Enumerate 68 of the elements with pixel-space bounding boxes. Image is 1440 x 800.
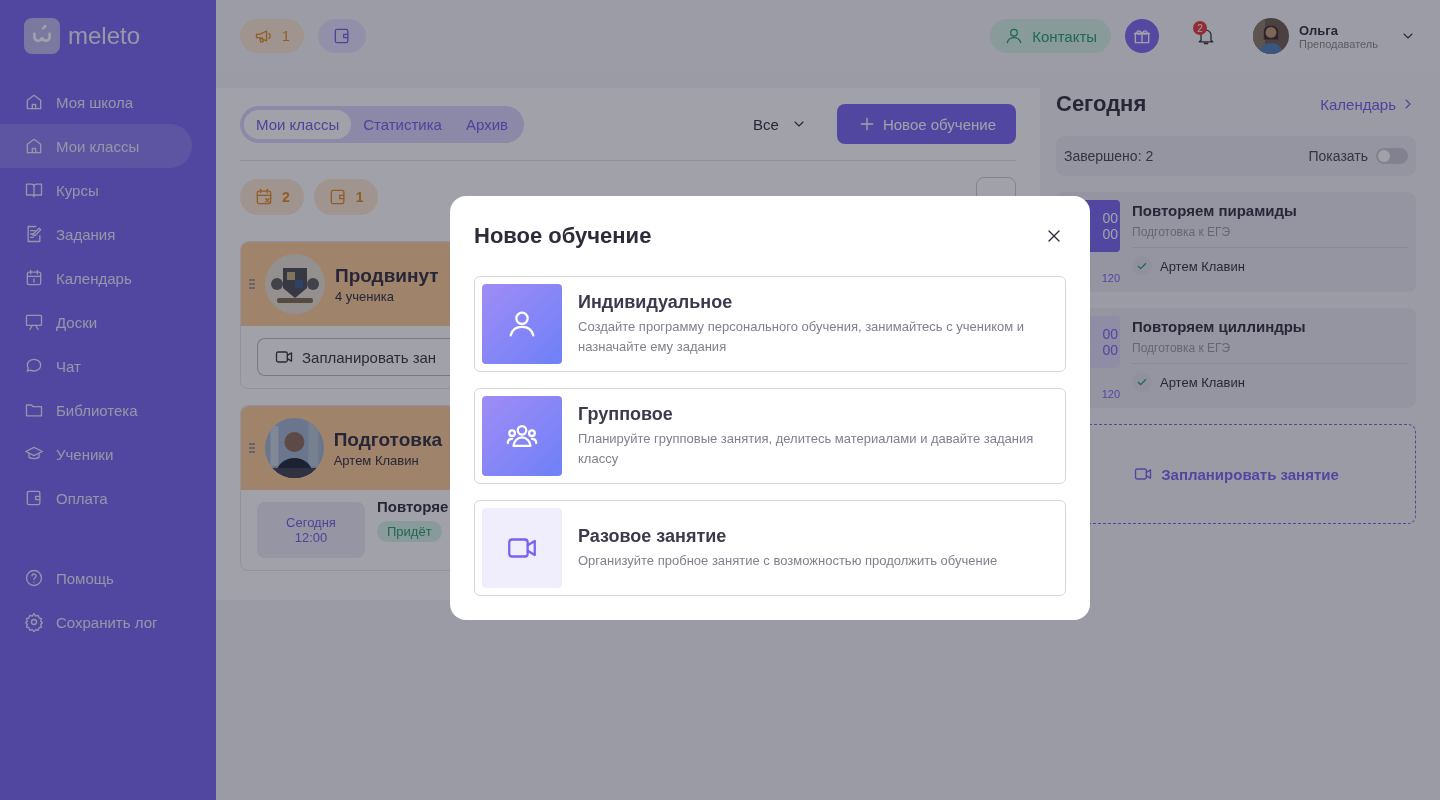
new-training-button[interactable]: Новое обучение [836, 104, 1016, 144]
modal-title: Новое обучение [474, 223, 652, 249]
tab[interactable]: Мои классы [244, 109, 352, 139]
sidebar-item[interactable]: Помощь [0, 556, 192, 600]
calendar-link[interactable]: Календарь [1320, 95, 1416, 113]
option-title: Групповое [578, 404, 674, 425]
home-icon [24, 92, 44, 112]
class-subtitle: Артем Клавин [333, 452, 420, 468]
lesson-duration: 120 [1101, 388, 1120, 400]
schedule-button[interactable]: Запланировать зан [257, 338, 450, 376]
show-label: Показать [1308, 148, 1368, 164]
calendar-icon [24, 268, 44, 288]
class-card[interactable]: Продвинут 4 ученика Запланировать зан [240, 241, 451, 389]
option-title: Разовое занятие [578, 525, 728, 547]
option-card[interactable]: Групповое Планируйте групповые занятия, делитесь материалами и давайте задания классу [474, 388, 1066, 484]
help-icon [24, 568, 44, 588]
gift-button[interactable] [1125, 19, 1160, 53]
wallet-icon [24, 488, 44, 508]
tab[interactable]: Архив [453, 109, 520, 139]
sidebar-item[interactable]: Библиотека [0, 388, 192, 432]
contacts-button[interactable]: Контакты [990, 19, 1112, 53]
settings-icon [24, 612, 44, 632]
notification-count: 2 [1193, 21, 1208, 35]
status-tag: Придёт [377, 521, 442, 542]
sidebar-item[interactable]: Задания [0, 212, 192, 256]
show-toggle[interactable] [1376, 148, 1408, 164]
filter-dropdown[interactable]: Все [753, 115, 807, 133]
user-name: Ольга [1299, 22, 1339, 38]
sidebar-item[interactable]: Календарь [0, 256, 192, 300]
calendar-cross-icon [254, 187, 274, 207]
sidebar-item[interactable]: Сохранить лог [0, 600, 192, 644]
class-title: Продвинут [335, 264, 439, 287]
announcements-button[interactable]: 1 [240, 19, 304, 53]
lesson-title: Повторяем пирамиды [1132, 202, 1298, 219]
user-role: Преподаватель [1299, 37, 1378, 50]
option-card[interactable]: Индивидуальное Создайте программу персонального обучения, занимайтесь с учеником и назначайте ему задания [474, 276, 1066, 372]
sidebar-item[interactable]: Чат [0, 344, 192, 388]
option-card[interactable]: Разовое занятие Организуйте пробное занятие с возможностью продолжить обучение [474, 500, 1066, 596]
sidebar-item[interactable]: Моя школа [0, 80, 192, 124]
lesson-title: Повторяем циллиндры [1132, 318, 1307, 335]
sidebar-item[interactable]: Курсы [0, 168, 192, 212]
sidebar-item[interactable]: Оплата [0, 476, 192, 520]
lesson-title: Повторяе [377, 498, 449, 515]
completed-count: Завершено: 2 [1064, 148, 1154, 164]
board-icon [24, 312, 44, 332]
class-title: Подготовка [333, 428, 442, 451]
wallet-button[interactable] [317, 19, 366, 53]
option-description: Планируйте групповые занятия, делитесь материалами и давайте задания классу [578, 430, 1035, 468]
student-name: Артем Клавин [1160, 258, 1245, 274]
option-description: Организуйте пробное занятие с возможностью продолжить обучение [578, 551, 998, 570]
student-name: Артем Клавин [1160, 374, 1245, 390]
today-title: Сегодня [1056, 91, 1147, 117]
missed-lessons-badge[interactable]: 2 [240, 179, 304, 215]
class-card[interactable]: Подготовка Артем Клавин Сегодня 12:00 Повторяе Придёт [240, 405, 451, 571]
tab[interactable]: Статистика [351, 109, 454, 139]
logo-text: meleto [68, 22, 141, 50]
home-icon [24, 136, 44, 156]
option-description: Создайте программу персонального обучения, занимайтесь с учеником и назначайте ему задания [578, 318, 1026, 356]
sidebar-item[interactable]: Доски [0, 300, 192, 344]
option-title: Индивидуальное [578, 292, 734, 313]
lesson-duration: 120 [1101, 272, 1120, 284]
sidebar-item[interactable]: Ученики [0, 432, 192, 476]
notifications-button[interactable]: 2 [1189, 19, 1224, 53]
lesson-date: Сегодня 12:00 [257, 502, 365, 558]
sidebar-item[interactable]: Мои классы [0, 124, 192, 168]
payments-badge[interactable]: 1 [313, 179, 378, 215]
class-subtitle: 4 ученика [335, 288, 395, 304]
logo-icon [24, 18, 60, 54]
